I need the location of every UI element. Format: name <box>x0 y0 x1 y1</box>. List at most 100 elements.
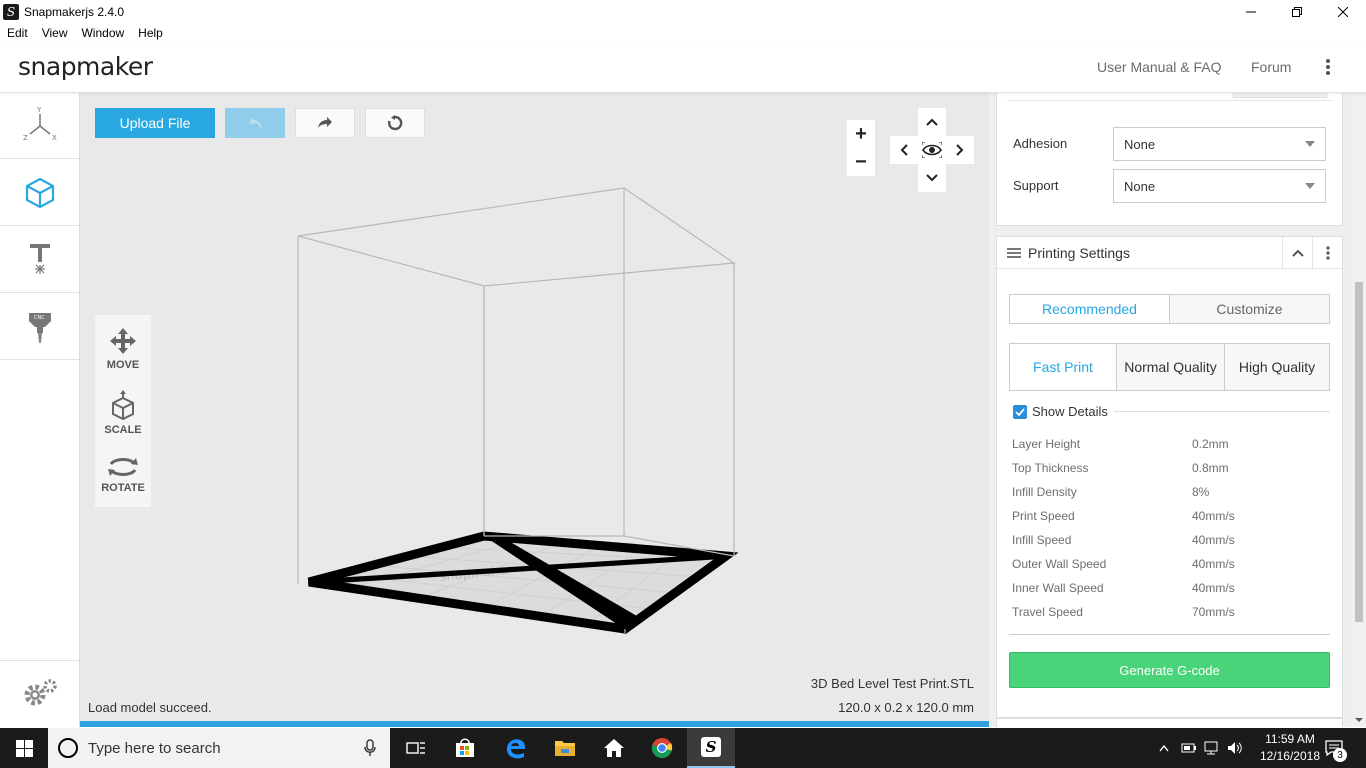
3d-print-icon <box>25 177 54 208</box>
settings-button[interactable] <box>0 660 79 727</box>
quality-tabs: Fast Print Normal Quality High Quality <box>1009 343 1330 391</box>
material-card: Adhesion None Support None <box>996 93 1343 226</box>
tab-fast-print[interactable]: Fast Print <box>1010 344 1117 390</box>
camera-up-button[interactable] <box>918 108 946 136</box>
3d-viewport[interactable]: snapmaker Upload File + − <box>80 93 989 727</box>
move-icon <box>110 328 136 354</box>
hidden-button-edge[interactable] <box>1233 93 1327 98</box>
close-button[interactable] <box>1320 0 1366 23</box>
support-value: None <box>1124 178 1156 194</box>
sidebar-item-3dp[interactable] <box>0 160 79 226</box>
rotate-label: ROTATE <box>101 482 145 494</box>
show-details-label: Show Details <box>1032 404 1108 419</box>
battery-icon[interactable] <box>1181 742 1197 754</box>
more-menu-icon[interactable] <box>1322 55 1334 79</box>
move-tool[interactable]: MOVE <box>95 317 151 381</box>
support-label: Support <box>1013 178 1059 193</box>
tab-high-quality[interactable]: High Quality <box>1225 344 1329 390</box>
support-select[interactable]: None <box>1113 169 1326 203</box>
taskbar-clock[interactable]: 11:59 AM 12/16/2018 <box>1260 731 1320 765</box>
detail-row: Print Speed 40mm/s <box>1012 509 1235 523</box>
generate-gcode-button[interactable]: Generate G-code <box>1009 652 1330 688</box>
reset-button[interactable] <box>365 108 425 138</box>
title-bar: S Snapmakerjs 2.4.0 <box>0 0 1366 23</box>
model-dimensions: 120.0 x 0.2 x 120.0 mm <box>838 700 974 715</box>
tab-normal-quality[interactable]: Normal Quality <box>1117 344 1225 390</box>
menu-edit[interactable]: Edit <box>0 26 35 40</box>
network-icon[interactable] <box>1204 741 1220 755</box>
notification-badge: 3 <box>1333 748 1347 762</box>
taskbar-snapmaker[interactable]: S <box>687 728 735 768</box>
microphone-icon[interactable] <box>364 739 376 757</box>
taskbar-home[interactable] <box>590 728 638 768</box>
tab-recommended[interactable]: Recommended <box>1010 295 1170 323</box>
restore-icon <box>1292 6 1302 17</box>
sidebar-item-cnc[interactable]: CNC <box>0 294 79 360</box>
rotate-icon <box>108 458 138 476</box>
tray-overflow-icon[interactable] <box>1159 744 1169 752</box>
menu-help[interactable]: Help <box>131 26 170 40</box>
taskbar-search-box[interactable]: Type here to search <box>48 728 390 768</box>
undo-icon <box>248 117 262 129</box>
chrome-icon <box>651 738 673 759</box>
checkbox-checked-icon[interactable] <box>1013 404 1027 419</box>
detail-row: Layer Height 0.2mm <box>1012 437 1229 451</box>
minimize-button[interactable] <box>1228 0 1274 23</box>
printing-settings-title: Printing Settings <box>1028 244 1130 261</box>
adhesion-select[interactable]: None <box>1113 127 1326 161</box>
taskbar-file-explorer[interactable] <box>541 728 589 768</box>
zoom-out-button[interactable]: − <box>847 148 875 176</box>
detail-row: Outer Wall Speed 40mm/s <box>1012 557 1235 571</box>
clock-date: 12/16/2018 <box>1259 749 1320 763</box>
status-message: Load model succeed. <box>88 700 212 715</box>
scale-label: SCALE <box>104 424 142 436</box>
search-placeholder: Type here to search <box>88 739 221 757</box>
menu-view[interactable]: View <box>35 26 75 40</box>
scale-tool[interactable]: SCALE <box>95 381 151 445</box>
edge-icon <box>506 739 525 759</box>
printing-settings-header: Printing Settings <box>997 237 1342 269</box>
card-menu-button[interactable] <box>1312 237 1342 269</box>
svg-text:Z: Z <box>23 134 28 142</box>
collapse-button[interactable] <box>1282 237 1312 269</box>
right-scrollbar[interactable] <box>1352 42 1366 727</box>
axes-icon: Y Z X <box>23 106 57 142</box>
taskbar-store[interactable] <box>441 728 489 768</box>
start-button[interactable] <box>0 728 48 768</box>
sidebar-item-workspace[interactable]: Y Z X <box>0 93 79 159</box>
svg-text:Y: Y <box>36 106 42 114</box>
store-icon <box>456 738 474 757</box>
camera-left-button[interactable] <box>890 136 918 164</box>
close-icon <box>1338 6 1348 17</box>
snapmaker-app-icon: S <box>701 737 721 757</box>
upload-file-button[interactable]: Upload File <box>95 108 215 138</box>
zoom-in-button[interactable]: + <box>847 120 875 148</box>
camera-reset-button[interactable] <box>918 136 946 164</box>
windows-logo-icon <box>15 739 33 757</box>
adhesion-value: None <box>1124 136 1156 152</box>
eye-icon <box>922 142 942 158</box>
chevron-right-icon <box>956 144 964 156</box>
scroll-down-icon[interactable] <box>1352 715 1366 725</box>
menu-window[interactable]: Window <box>74 26 131 40</box>
refresh-icon <box>387 115 403 131</box>
user-manual-link[interactable]: User Manual & FAQ <box>1097 59 1222 75</box>
taskbar-edge[interactable] <box>492 728 540 768</box>
forum-link[interactable]: Forum <box>1251 59 1291 75</box>
divider <box>1114 411 1330 412</box>
task-view-button[interactable] <box>392 728 440 768</box>
rotate-tool[interactable]: ROTATE <box>95 443 151 507</box>
redo-button[interactable] <box>295 108 355 138</box>
restore-button[interactable] <box>1274 0 1320 23</box>
load-progress-bar <box>80 721 989 727</box>
scroll-thumb[interactable] <box>1355 282 1363 622</box>
undo-button[interactable] <box>225 108 285 138</box>
camera-down-button[interactable] <box>918 164 946 192</box>
camera-right-button[interactable] <box>946 136 974 164</box>
detail-row: Inner Wall Speed 40mm/s <box>1012 581 1235 595</box>
volume-icon[interactable] <box>1227 741 1243 755</box>
taskbar-chrome[interactable] <box>638 728 686 768</box>
tab-customize[interactable]: Customize <box>1170 295 1329 323</box>
show-details-toggle[interactable]: Show Details <box>1013 404 1108 419</box>
sidebar-item-laser[interactable] <box>0 227 79 293</box>
